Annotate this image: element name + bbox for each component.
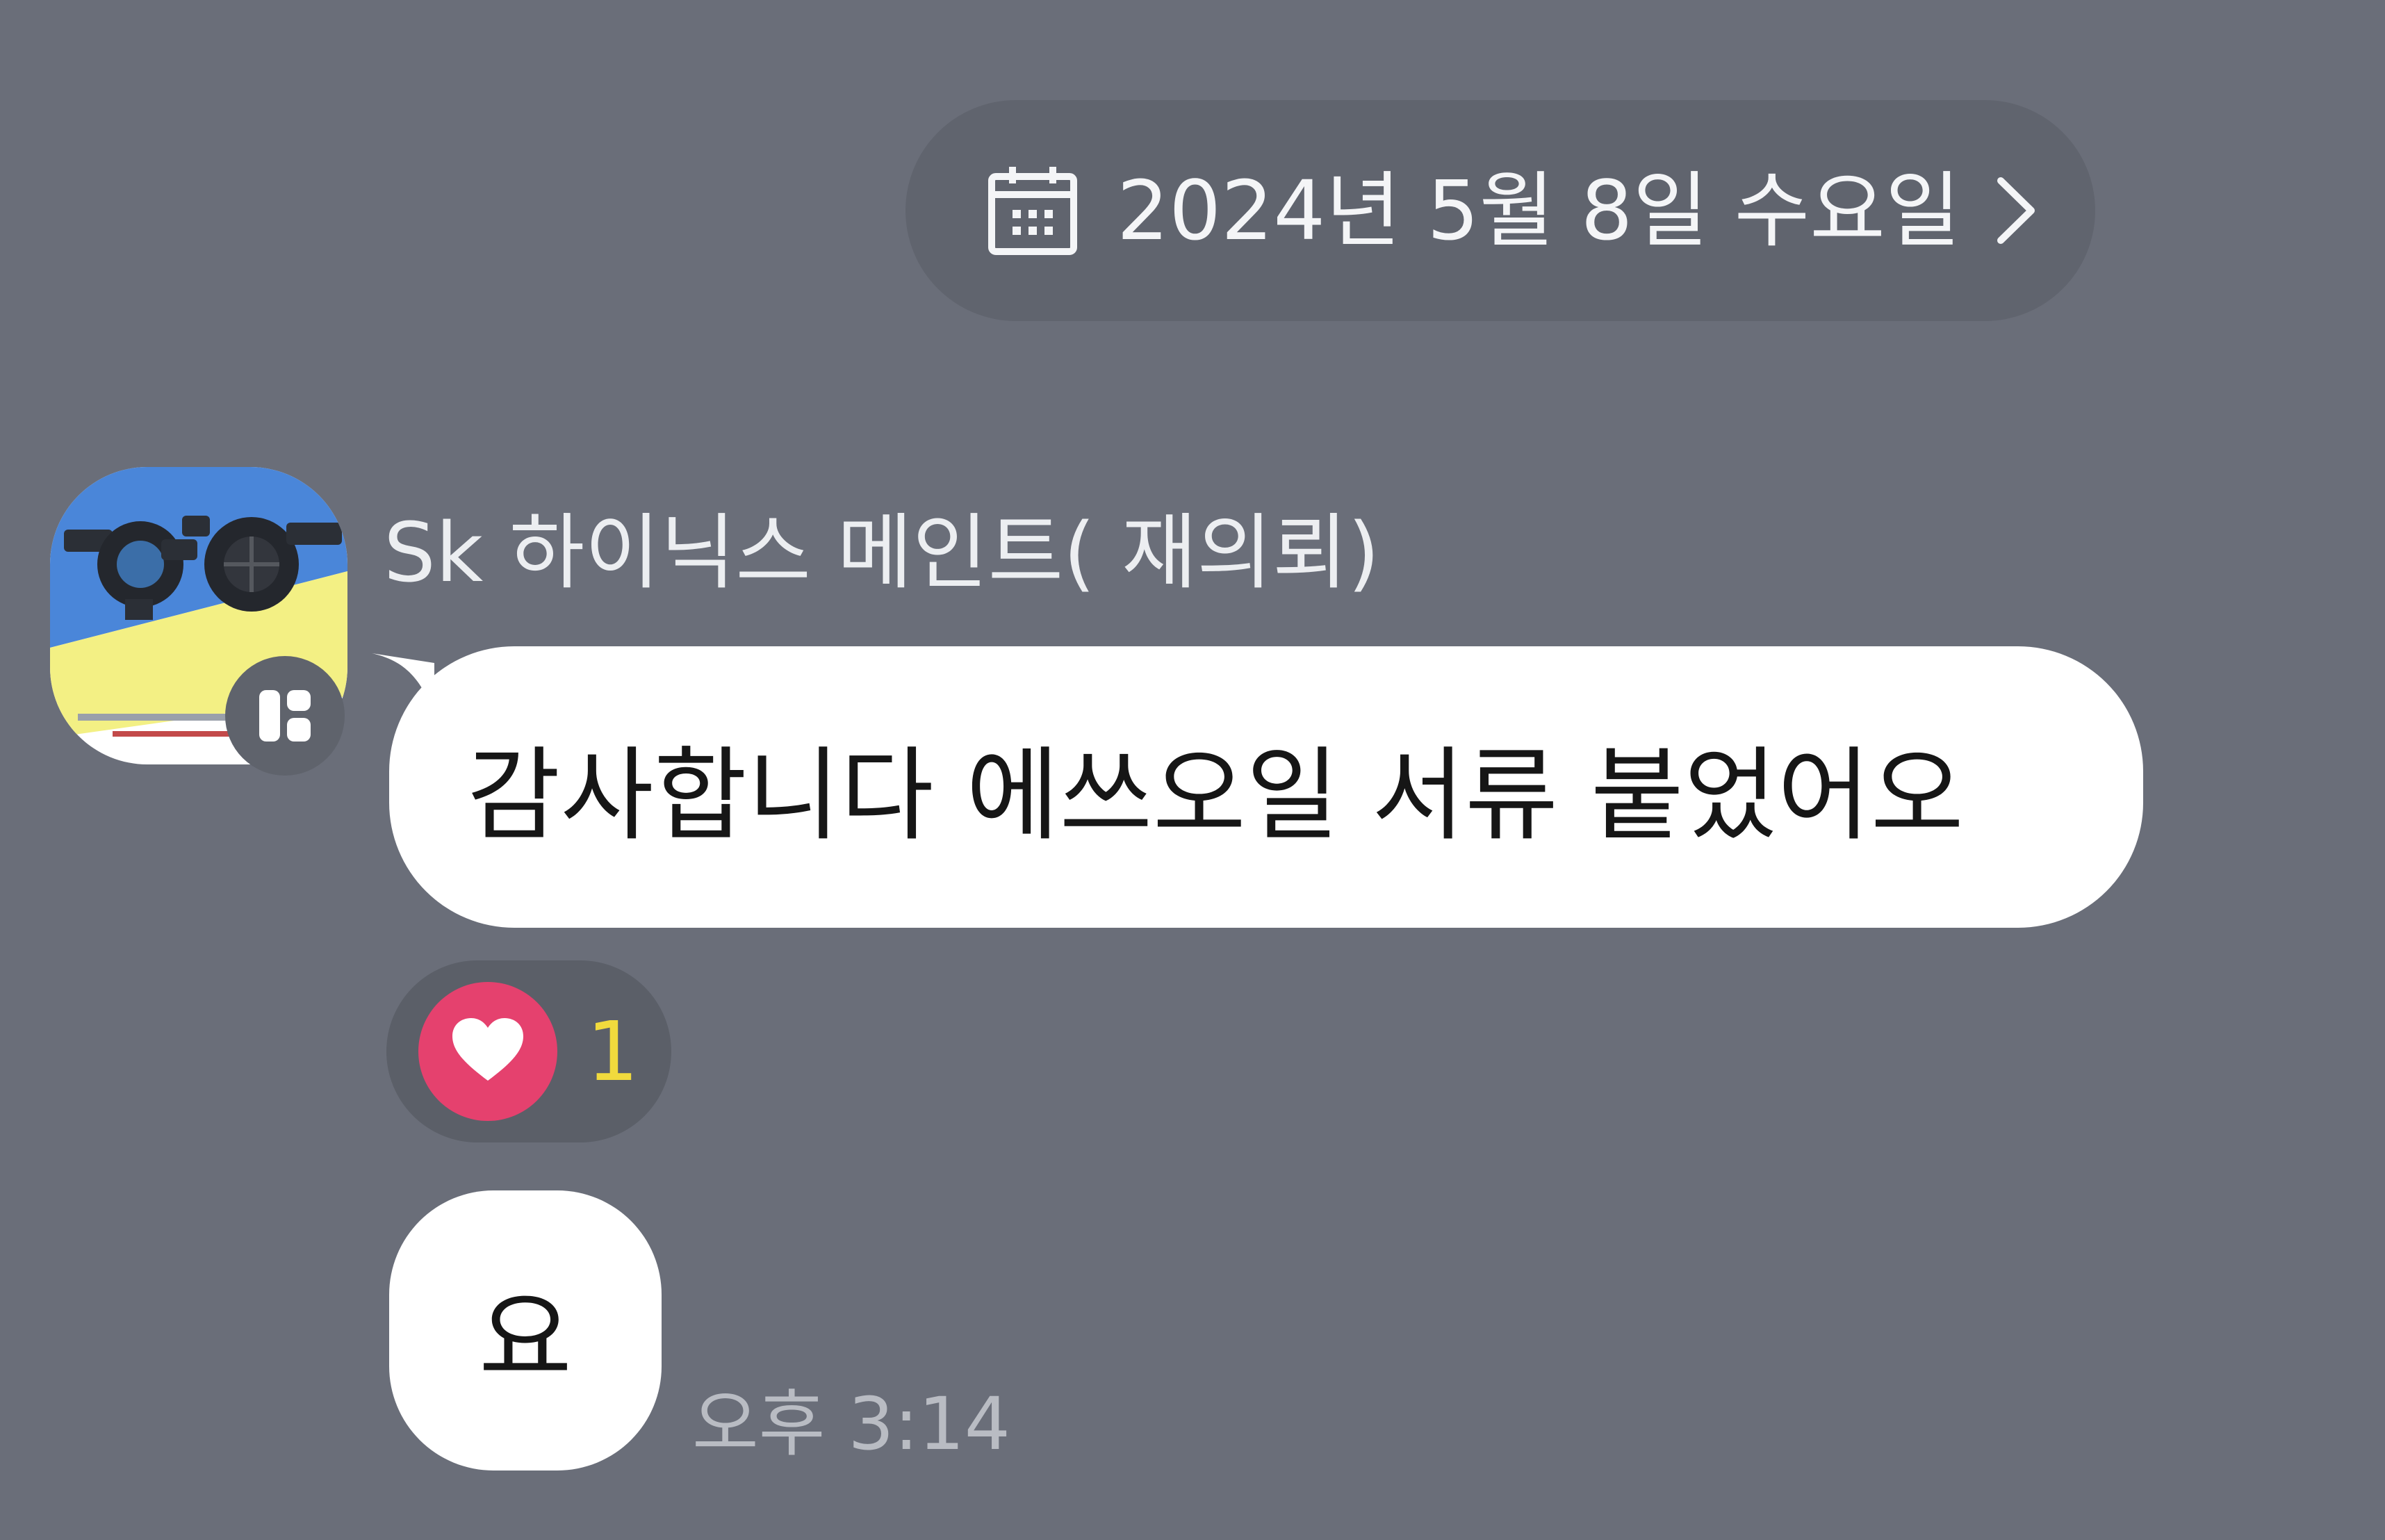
heart-reaction: [418, 982, 557, 1121]
heart-icon: [452, 1018, 523, 1081]
reaction-count: 1: [587, 1004, 639, 1099]
date-divider-pill[interactable]: 2024년 5월 8일 수요일: [905, 100, 2095, 321]
message-timestamp: 오후 3:14: [692, 1382, 1010, 1466]
calendar-icon: [988, 167, 1077, 255]
sender-name: Sk 하이닉스 메인트( 재의뢰): [384, 505, 1380, 600]
message-bubble[interactable]: 요: [389, 1190, 662, 1471]
message-bubble[interactable]: 감사합니다 에쓰오일 서류 붙었어오: [389, 646, 2143, 928]
chevron-right-icon: [1997, 177, 2035, 244]
reaction-chip[interactable]: 1: [386, 960, 671, 1142]
channel-badge-icon: [225, 656, 345, 776]
message-text: 감사합니다 에쓰오일 서류 붙었어오: [467, 737, 1965, 855]
message-text: 요: [478, 1280, 573, 1398]
date-divider-label: 2024년 5월 8일 수요일: [1117, 163, 1961, 259]
